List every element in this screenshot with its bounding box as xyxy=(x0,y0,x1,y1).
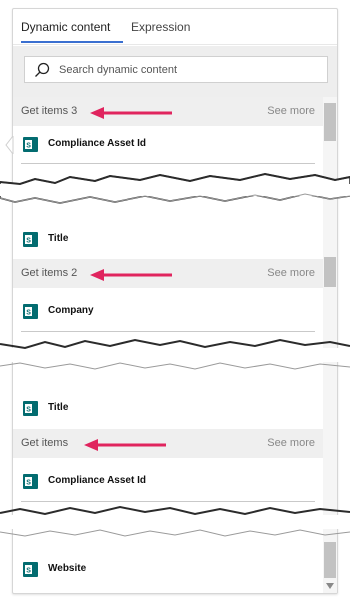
list-item[interactable]: S Title xyxy=(13,223,323,257)
search-box[interactable] xyxy=(24,56,328,83)
sharepoint-icon: S xyxy=(23,232,38,247)
torn-edge-3 xyxy=(0,505,350,537)
torn-edge-2 xyxy=(0,338,350,370)
sharepoint-icon: S xyxy=(23,474,38,489)
sharepoint-icon: S xyxy=(23,562,38,577)
svg-text:S: S xyxy=(26,237,31,244)
list-item[interactable]: S Compliance Asset Id xyxy=(13,128,323,162)
item-label: Title xyxy=(48,402,69,413)
scrollbar-thumb[interactable] xyxy=(324,257,336,287)
tab-expression[interactable]: Expression xyxy=(131,20,190,34)
group-title: Get items 3 xyxy=(21,105,78,117)
see-more-link[interactable]: See more xyxy=(267,437,315,449)
see-more-link[interactable]: See more xyxy=(267,267,315,279)
item-label: Compliance Asset Id xyxy=(48,138,146,149)
sharepoint-icon: S xyxy=(23,401,38,416)
list-item[interactable]: S Company xyxy=(13,295,323,329)
tab-bar: Dynamic content Expression xyxy=(13,9,337,45)
svg-text:S: S xyxy=(26,142,31,149)
red-arrow-annotation-icon xyxy=(90,269,172,281)
group-title: Get items xyxy=(21,437,69,449)
scroll-down-arrow-icon[interactable] xyxy=(325,582,335,590)
svg-text:S: S xyxy=(26,309,31,316)
active-tab-indicator xyxy=(21,41,123,43)
group-title: Get items 2 xyxy=(21,267,78,279)
red-arrow-annotation-icon xyxy=(84,439,166,451)
svg-text:S: S xyxy=(26,479,31,486)
torn-edge-1 xyxy=(0,172,350,204)
list-item[interactable]: S Title xyxy=(13,392,323,426)
list-item[interactable]: S Website xyxy=(13,553,323,587)
sharepoint-icon: S xyxy=(23,304,38,319)
divider xyxy=(21,331,315,332)
sharepoint-icon: S xyxy=(23,137,38,152)
svg-text:S: S xyxy=(26,406,31,413)
tab-dynamic-content[interactable]: Dynamic content xyxy=(21,20,110,34)
search-icon xyxy=(35,62,50,77)
item-label: Company xyxy=(48,305,94,316)
red-arrow-annotation-icon xyxy=(90,107,172,119)
list-item[interactable]: S Compliance Asset Id xyxy=(13,465,323,499)
caret-pointer-icon xyxy=(5,136,14,154)
item-label: Title xyxy=(48,233,69,244)
scrollbar-thumb[interactable] xyxy=(324,542,336,578)
search-input[interactable] xyxy=(59,63,309,76)
item-label: Website xyxy=(48,563,87,574)
divider xyxy=(21,501,315,502)
scrollbar-thumb[interactable] xyxy=(324,103,336,141)
search-area xyxy=(13,46,337,97)
item-label: Compliance Asset Id xyxy=(48,475,146,486)
see-more-link[interactable]: See more xyxy=(267,105,315,117)
svg-text:S: S xyxy=(26,567,31,574)
divider xyxy=(21,163,315,164)
